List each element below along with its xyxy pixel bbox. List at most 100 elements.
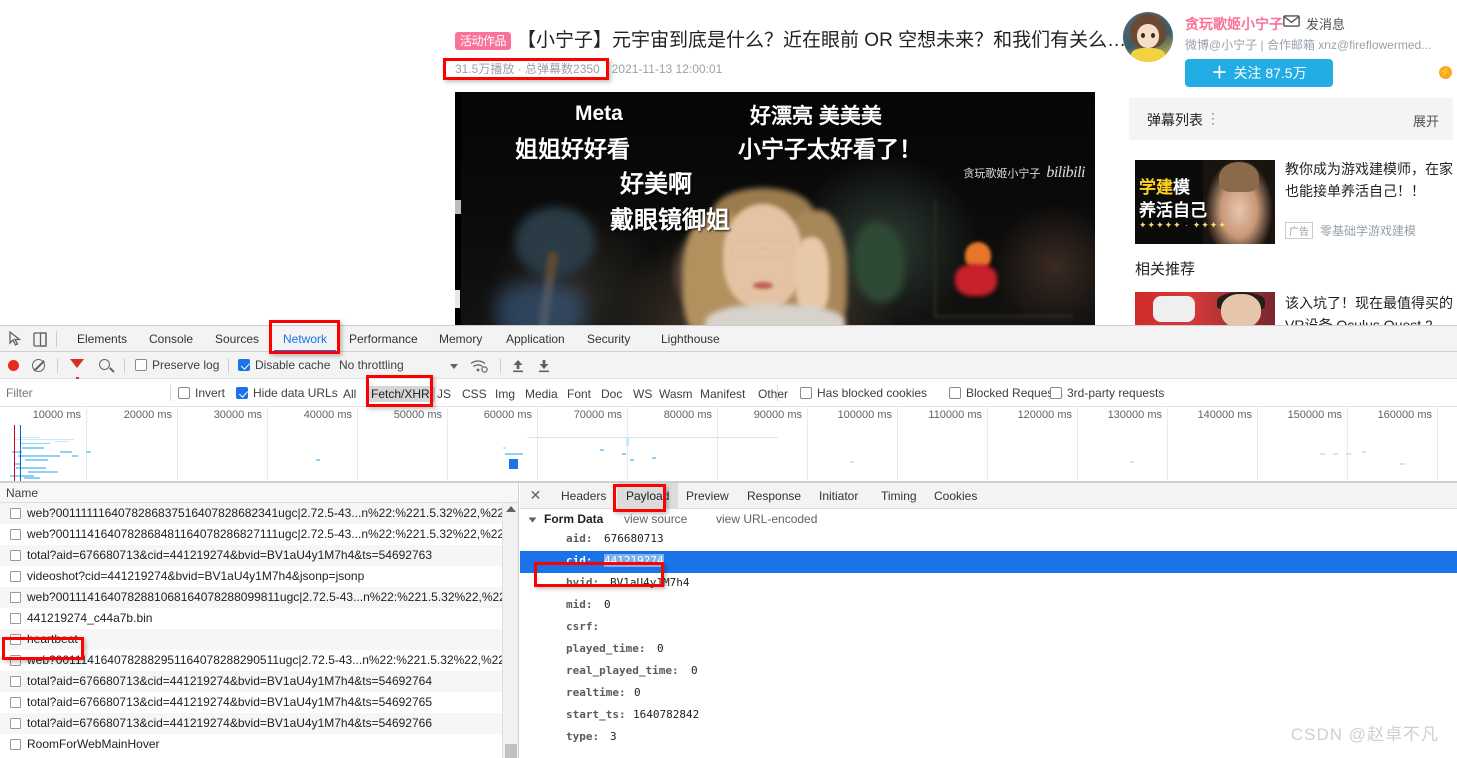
type-filter-css[interactable]: CSS (457, 386, 492, 402)
tab-network[interactable]: Network (274, 326, 336, 352)
tab-performance[interactable]: Performance (340, 326, 427, 352)
related-item-thumbnail[interactable] (1135, 292, 1275, 325)
danmaku-menu-icon[interactable]: ⋮ (1206, 110, 1221, 127)
request-row[interactable]: total?aid=676680713&cid=441219274&bvid=B… (0, 545, 503, 566)
import-har-icon[interactable] (511, 358, 525, 373)
disable-cache-label[interactable]: Disable cache (255, 358, 330, 372)
form-data-row[interactable]: realtime: 0 (520, 683, 1457, 705)
clear-icon[interactable] (32, 359, 45, 372)
request-row-checkbox[interactable] (10, 655, 21, 666)
invert-label[interactable]: Invert (195, 386, 225, 400)
type-filter-wasm[interactable]: Wasm (654, 386, 698, 402)
request-list-scrollbar[interactable] (502, 503, 518, 758)
type-filter-manifest[interactable]: Manifest (695, 386, 750, 402)
detail-tab-timing[interactable]: Timing (872, 483, 926, 509)
detail-tab-headers[interactable]: Headers (552, 483, 615, 509)
form-data-row[interactable]: cid: 441219274 (520, 551, 1457, 573)
type-filter-js[interactable]: JS (432, 386, 456, 402)
blocked-requests-checkbox[interactable] (949, 387, 961, 399)
tab-elements[interactable]: Elements (68, 326, 136, 352)
related-item-title[interactable]: 该入坑了！现在最值得买的 VR设备 Oculus Quest 2 (1285, 292, 1457, 325)
scrollbar-thumb[interactable] (505, 744, 517, 758)
tab-security[interactable]: Security (578, 326, 639, 352)
record-button[interactable] (8, 360, 19, 371)
throttling-select[interactable]: No throttling (339, 358, 404, 372)
request-row-checkbox[interactable] (10, 550, 21, 561)
type-filter-other[interactable]: Other (753, 386, 793, 402)
request-row[interactable]: videoshot?cid=441219274&bvid=BV1aU4y1M7h… (0, 566, 503, 587)
form-data-row[interactable]: aid: 676680713 (520, 529, 1457, 551)
tab-sources[interactable]: Sources (206, 326, 268, 352)
type-filter-font[interactable]: Font (562, 386, 596, 402)
form-data-row[interactable]: mid: 0 (520, 595, 1457, 617)
send-message-link[interactable]: 发消息 (1306, 14, 1345, 33)
disable-cache-checkbox[interactable] (238, 359, 250, 371)
type-filter-img[interactable]: Img (490, 386, 520, 402)
type-filter-fetch-xhr[interactable]: Fetch/XHR (366, 386, 435, 402)
form-data-row[interactable]: csrf: (520, 617, 1457, 639)
form-data-row[interactable]: played_time: 0 (520, 639, 1457, 661)
detail-tab-initiator[interactable]: Initiator (810, 483, 867, 509)
tab-lighthouse[interactable]: Lighthouse (652, 326, 729, 352)
follow-button[interactable]: ＋ 关注 87.5万 (1185, 59, 1333, 87)
ad-text[interactable]: 教你成为游戏建模师，在家也能接单养活自己！！ (1285, 158, 1455, 202)
uploader-name[interactable]: 贪玩歌姬小宁子 (1185, 14, 1283, 34)
request-row[interactable]: total?aid=676680713&cid=441219274&bvid=B… (0, 671, 503, 692)
third-party-requests-label[interactable]: 3rd-party requests (1067, 386, 1164, 400)
request-row[interactable]: 441219274_c44a7b.bin (0, 608, 503, 629)
tab-console[interactable]: Console (140, 326, 202, 352)
chevron-down-icon[interactable] (450, 364, 458, 369)
chevron-down-icon[interactable] (528, 517, 537, 523)
request-row-checkbox[interactable] (10, 508, 21, 519)
tab-application[interactable]: Application (497, 326, 574, 352)
request-row[interactable]: web?0011141640782868481164078286827111ug… (0, 524, 503, 545)
invert-checkbox[interactable] (178, 387, 190, 399)
type-filter-ws[interactable]: WS (628, 386, 657, 402)
has-blocked-cookies-label[interactable]: Has blocked cookies (817, 386, 927, 400)
video-player[interactable]: Meta 好漂亮 美美美 姐姐好好看 小宁子太好看了！ 好美啊 戴眼镜御姐 贪玩歌姬小宁子… (455, 92, 1095, 325)
request-row-checkbox[interactable] (10, 697, 21, 708)
request-row[interactable]: web?0011141640782882951164078288290511ug… (0, 650, 503, 671)
type-filter-doc[interactable]: Doc (596, 386, 627, 402)
request-row[interactable]: web?0011141640782881068164078288099811ug… (0, 587, 503, 608)
blocked-requests-label[interactable]: Blocked Requests (966, 386, 1063, 400)
inspect-element-icon[interactable] (8, 331, 25, 348)
request-row-checkbox[interactable] (10, 529, 21, 540)
request-row[interactable]: total?aid=676680713&cid=441219274&bvid=B… (0, 692, 503, 713)
type-filter-media[interactable]: Media (520, 386, 563, 402)
request-row-checkbox[interactable] (10, 676, 21, 687)
close-icon[interactable]: ✕ (529, 488, 542, 502)
hide-data-urls-label[interactable]: Hide data URLs (253, 386, 338, 400)
request-row[interactable]: RoomForWebMainHover (0, 734, 503, 755)
ad-thumbnail[interactable]: 学建模 养活自己 ✦✦✦✦✦ · ✦✦✦✦ (1135, 160, 1275, 244)
request-row[interactable]: web?0011111164078286837516407828682341ug… (0, 503, 503, 524)
request-row-checkbox[interactable] (10, 634, 21, 645)
view-url-encoded-link[interactable]: view URL-encoded (716, 512, 817, 526)
request-row-checkbox[interactable] (10, 718, 21, 729)
search-icon[interactable] (99, 359, 110, 370)
filter-input[interactable] (4, 383, 164, 402)
preserve-log-label[interactable]: Preserve log (152, 358, 219, 372)
network-conditions-icon[interactable] (470, 359, 488, 373)
request-row[interactable]: heartbeat (0, 629, 503, 650)
export-har-icon[interactable] (537, 358, 551, 373)
detail-tab-preview[interactable]: Preview (677, 483, 738, 509)
form-data-header[interactable]: Form Data view source view URL-encoded (520, 509, 1457, 529)
detail-tab-payload[interactable]: Payload (617, 483, 679, 509)
scroll-up-arrow-icon[interactable] (506, 506, 516, 512)
preserve-log-checkbox[interactable] (135, 359, 147, 371)
detail-tab-cookies[interactable]: Cookies (925, 483, 986, 509)
network-overview-timeline[interactable]: 10000 ms 20000 ms 30000 ms 40000 ms 50000 ms… (0, 407, 1457, 482)
has-blocked-cookies-checkbox[interactable] (800, 387, 812, 399)
request-row-checkbox[interactable] (10, 739, 21, 750)
form-data-row[interactable]: bvid: BV1aU4y1M7h4 (520, 573, 1457, 595)
tab-memory[interactable]: Memory (430, 326, 491, 352)
third-party-requests-checkbox[interactable] (1050, 387, 1062, 399)
filter-icon[interactable] (70, 359, 84, 382)
avatar[interactable] (1123, 12, 1173, 62)
form-data-row[interactable]: real_played_time: 0 (520, 661, 1457, 683)
player-left-control[interactable] (455, 200, 461, 214)
view-source-link[interactable]: view source (624, 512, 687, 526)
request-row-checkbox[interactable] (10, 613, 21, 624)
player-left-handle[interactable] (455, 290, 460, 308)
